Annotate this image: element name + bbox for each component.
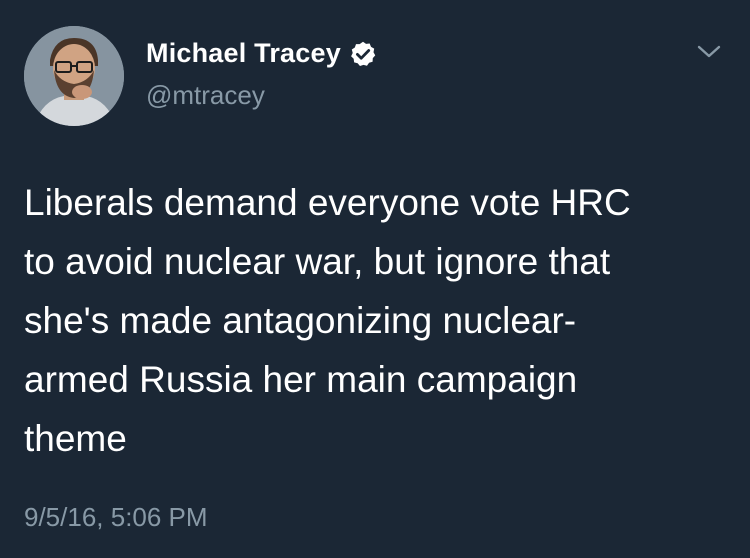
avatar-image [24, 26, 124, 126]
tweet-text: Liberals demand everyone vote HRC to avo… [24, 182, 631, 459]
author-display-name[interactable]: Michael Tracey [146, 38, 341, 69]
verified-badge-icon [349, 40, 377, 68]
author-handle[interactable]: @mtracey [146, 80, 265, 111]
author-name-row[interactable]: Michael Tracey [146, 38, 377, 69]
chevron-down-icon[interactable] [694, 40, 724, 64]
avatar[interactable] [24, 26, 124, 126]
tweet-card: Michael Tracey @mtracey Liberals demand … [0, 0, 750, 558]
tweet-timestamp[interactable]: 9/5/16, 5:06 PM [24, 502, 208, 533]
